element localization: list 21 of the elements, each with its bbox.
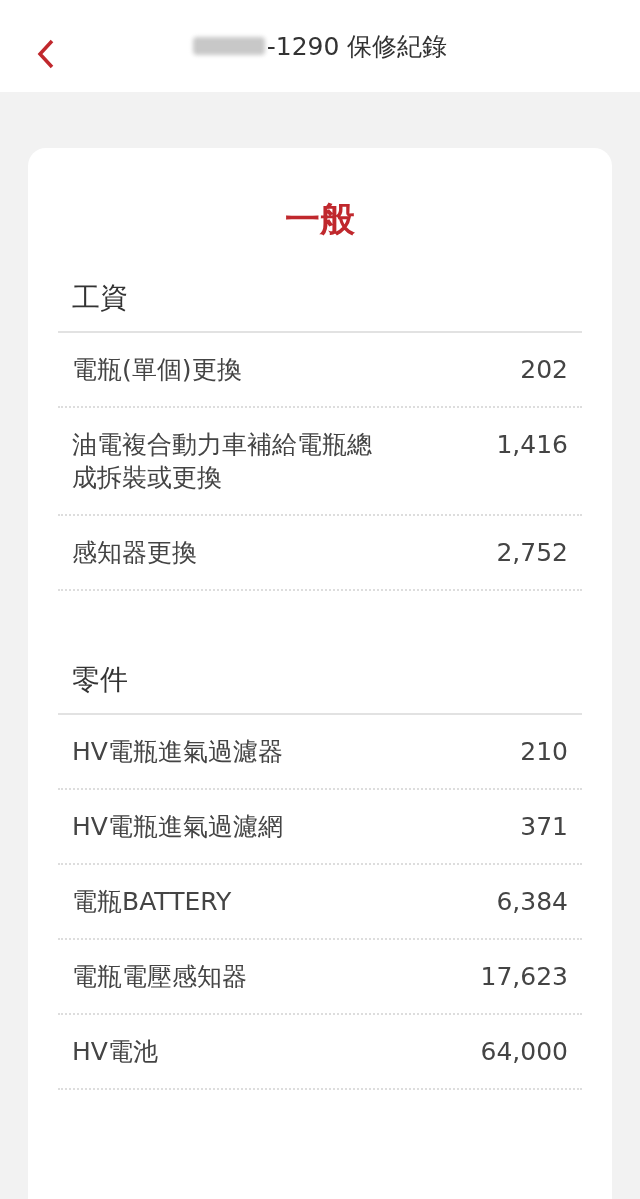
item-name: 電瓶(單個)更換 xyxy=(72,354,243,386)
item-amount: 2,752 xyxy=(496,537,568,569)
item-name: 油電複合動力車補給電瓶總成拆裝或更換 xyxy=(72,429,373,494)
item-amount: 6,384 xyxy=(496,886,568,918)
item-amount: 371 xyxy=(520,811,568,843)
item-name: HV電瓶進氣過濾器 xyxy=(72,736,284,768)
item-amount: 1,416 xyxy=(496,429,568,461)
item-amount: 64,000 xyxy=(480,1036,568,1068)
item-name: HV電池 xyxy=(72,1036,159,1068)
back-icon[interactable] xyxy=(36,38,56,70)
item-name: 感知器更換 xyxy=(72,537,198,569)
item-amount: 210 xyxy=(520,736,568,768)
item-name: HV電瓶進氣過濾網 xyxy=(72,811,284,843)
section-heading: 工資 xyxy=(71,280,129,316)
item-name: 電瓶BATTERY xyxy=(72,886,233,918)
page-title: -1290 保修紀錄 xyxy=(266,30,448,63)
item-amount: 202 xyxy=(520,354,568,386)
item-amount: 17,623 xyxy=(480,961,568,993)
card-title: 一般 xyxy=(284,198,356,241)
section-heading: 零件 xyxy=(71,662,129,698)
item-name: 電瓶電壓感知器 xyxy=(72,961,248,993)
